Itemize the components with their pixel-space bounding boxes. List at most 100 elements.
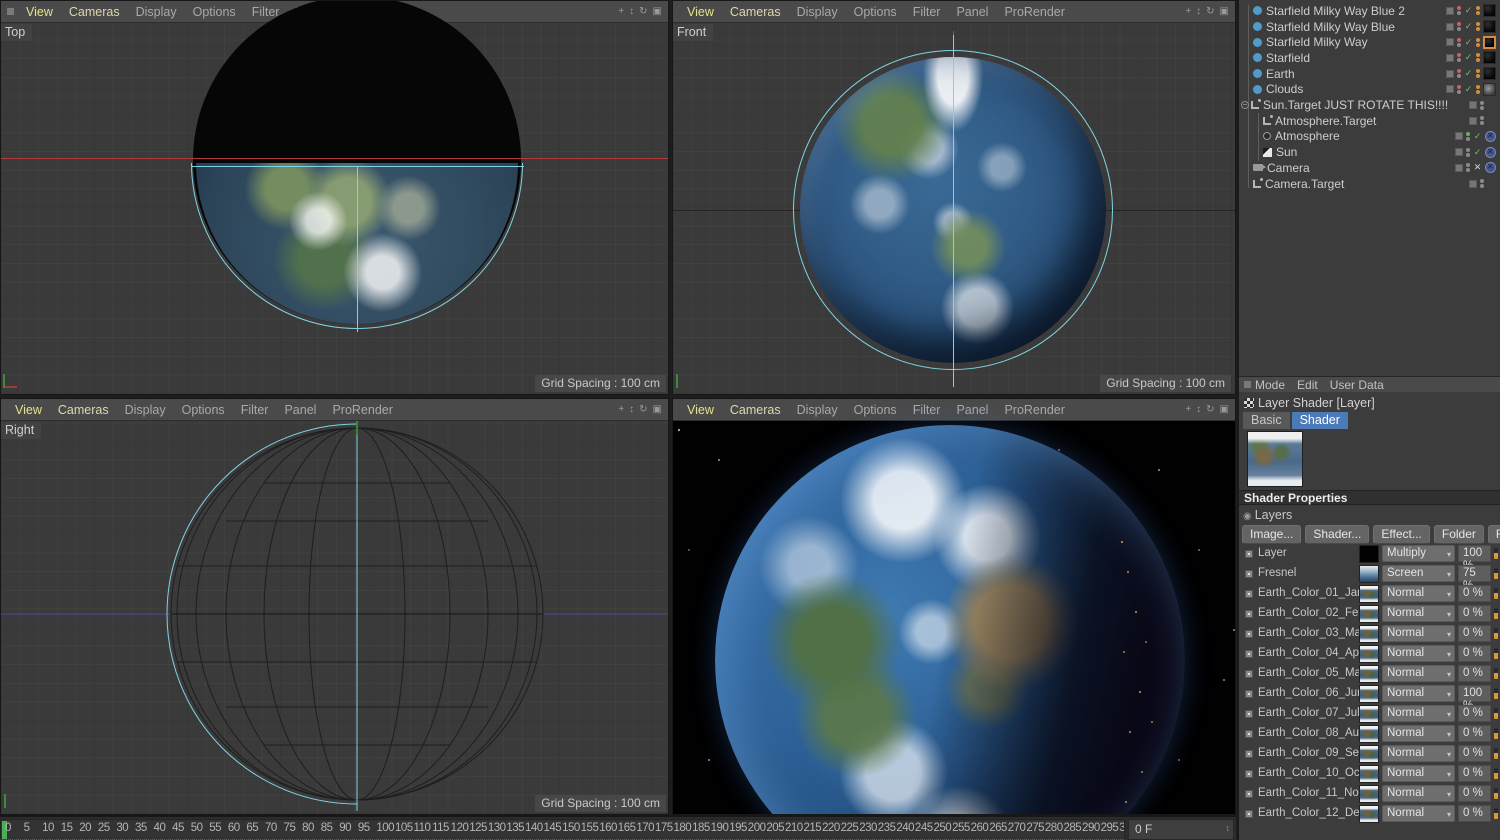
object-row[interactable]: Clouds ✓ xyxy=(1239,82,1500,98)
visibility-dots[interactable] xyxy=(1457,53,1461,63)
enable-toggle[interactable] xyxy=(1455,163,1463,172)
layer-name[interactable]: Earth_Color_07_Jul xyxy=(1258,707,1360,719)
layer-checkbox[interactable] xyxy=(1245,790,1253,798)
render-check-icon[interactable]: ✓ xyxy=(1464,68,1473,79)
render-check-icon[interactable]: ✓ xyxy=(1473,147,1482,158)
layer-row[interactable]: Earth_Color_12_Dec Normal0 % xyxy=(1239,804,1500,824)
render-check-icon[interactable]: ✕ xyxy=(1473,162,1482,173)
layer-checkbox[interactable] xyxy=(1245,630,1253,638)
material-thumbnail[interactable] xyxy=(1483,67,1496,81)
render-check-icon[interactable]: ✓ xyxy=(1464,5,1473,16)
material-thumbnail[interactable] xyxy=(1483,82,1496,96)
layer-checkbox[interactable] xyxy=(1245,570,1253,578)
tab-shader[interactable]: Shader xyxy=(1291,412,1348,429)
blend-mode-dropdown[interactable]: Multiply xyxy=(1382,545,1455,562)
value-spinner[interactable] xyxy=(1494,688,1498,699)
attr-menu-mode[interactable]: Mode xyxy=(1255,378,1285,392)
opacity-field[interactable]: 0 % xyxy=(1458,745,1491,762)
layer-thumbnail[interactable] xyxy=(1359,645,1379,663)
blend-mode-dropdown[interactable]: Normal xyxy=(1382,665,1455,682)
material-thumbnail[interactable] xyxy=(1483,51,1496,65)
object-row[interactable]: Starfield ✓ xyxy=(1239,50,1500,66)
object-label[interactable]: Atmosphere xyxy=(1275,129,1340,143)
blend-mode-dropdown[interactable]: Normal xyxy=(1382,705,1455,722)
keyframe-dots-icon[interactable] xyxy=(1476,6,1480,16)
menu-prorender[interactable]: ProRender xyxy=(996,403,1072,417)
layer-row[interactable]: Layer Multiply100 % xyxy=(1239,544,1500,572)
opacity-field[interactable]: 0 % xyxy=(1458,625,1491,642)
visibility-dots[interactable] xyxy=(1457,6,1461,16)
attr-menu-user-data[interactable]: User Data xyxy=(1330,378,1384,392)
attr-menu-edit[interactable]: Edit xyxy=(1297,378,1318,392)
layer-thumbnail[interactable] xyxy=(1359,605,1379,623)
layer-row[interactable]: Earth_Color_06_Jun Normal100 % xyxy=(1239,684,1500,712)
layer-name[interactable]: Earth_Color_09_Sep xyxy=(1258,747,1365,759)
object-label[interactable]: Clouds xyxy=(1266,82,1303,96)
menu-options[interactable]: Options xyxy=(846,5,905,19)
menu-panel[interactable]: Panel xyxy=(276,403,324,417)
menu-prorender[interactable]: ProRender xyxy=(324,403,400,417)
effect-button[interactable]: Effect... xyxy=(1373,525,1430,544)
layer-name[interactable]: Earth_Color_04_Apr xyxy=(1258,647,1363,659)
zoom-icon[interactable]: ↕ xyxy=(629,404,634,415)
layer-thumbnail[interactable] xyxy=(1359,725,1379,743)
opacity-field[interactable]: 0 % xyxy=(1458,605,1491,622)
layer-thumbnail[interactable] xyxy=(1359,805,1379,823)
value-spinner[interactable] xyxy=(1494,648,1498,659)
material-thumbnail[interactable] xyxy=(1483,35,1496,49)
layer-name[interactable]: Earth_Color_08_Aug xyxy=(1258,727,1365,739)
layer-row[interactable]: Fresnel Screen75 % xyxy=(1239,564,1500,592)
object-label[interactable]: Sun xyxy=(1276,145,1297,159)
layer-row[interactable]: Earth_Color_02_Feb Normal0 % xyxy=(1239,604,1500,624)
blend-mode-dropdown[interactable]: Normal xyxy=(1382,745,1455,762)
layer-checkbox[interactable] xyxy=(1245,710,1253,718)
menu-view[interactable]: View xyxy=(679,403,722,417)
render-check-icon[interactable]: ✓ xyxy=(1464,84,1473,95)
target-tag-icon[interactable] xyxy=(1485,146,1496,158)
layer-name[interactable]: Layer xyxy=(1258,547,1287,559)
render-check-icon[interactable]: ✓ xyxy=(1473,131,1482,142)
menu-view[interactable]: View xyxy=(18,5,61,19)
material-thumbnail[interactable] xyxy=(1483,20,1496,34)
menu-display[interactable]: Display xyxy=(117,403,174,417)
pan-icon[interactable]: + xyxy=(1185,404,1191,415)
layers-expand-icon[interactable]: ◉ xyxy=(1243,511,1252,522)
viewport-top[interactable]: ViewCamerasDisplayOptionsFilterPanelProR… xyxy=(0,0,669,395)
object-label[interactable]: Atmosphere.Target xyxy=(1275,114,1376,128)
menu-display[interactable]: Display xyxy=(789,403,846,417)
menu-display[interactable]: Display xyxy=(789,5,846,19)
value-spinner[interactable] xyxy=(1494,808,1498,819)
value-spinner[interactable] xyxy=(1494,768,1498,779)
opacity-field[interactable]: 0 % xyxy=(1458,645,1491,662)
keyframe-dots-icon[interactable] xyxy=(1476,53,1480,63)
viewport-front[interactable]: View Cameras Display Options Filter Panel ProR… xyxy=(672,0,1236,395)
zoom-icon[interactable]: ↕ xyxy=(629,6,634,17)
target-tag-icon[interactable] xyxy=(1485,130,1496,142)
menu-cameras[interactable]: Cameras xyxy=(722,403,789,417)
visibility-dots[interactable] xyxy=(1480,116,1484,126)
value-spinner[interactable] xyxy=(1494,608,1498,619)
layer-thumbnail[interactable] xyxy=(1359,585,1379,603)
frame-number-field[interactable]: 0 F xyxy=(1128,819,1234,840)
value-spinner[interactable] xyxy=(1494,728,1498,739)
menu-options[interactable]: Options xyxy=(846,403,905,417)
object-row[interactable]: Sun ✓ xyxy=(1239,144,1500,160)
blend-mode-dropdown[interactable]: Normal xyxy=(1382,725,1455,742)
menu-filter[interactable]: Filter xyxy=(905,403,949,417)
layer-thumbnail[interactable] xyxy=(1359,785,1379,803)
viewport-top-canvas[interactable]: Grid Spacing : 100 cm xyxy=(1,1,668,394)
blend-mode-dropdown[interactable]: Normal xyxy=(1382,605,1455,622)
layer-name[interactable]: Earth_Color_06_Jun xyxy=(1258,687,1364,699)
layer-name[interactable]: Earth_Color_10_Oct xyxy=(1258,767,1363,779)
timeline[interactable]: 0 5 10 15 20 25 30 35 40 45 50 55 60 65 70 75 80 85 90 95 10… xyxy=(0,815,1236,840)
layer-row[interactable]: Earth_Color_01_Jan Normal0 % xyxy=(1239,584,1500,604)
menu-prorender[interactable]: ProRender xyxy=(996,5,1072,19)
rotate-icon[interactable]: ↻ xyxy=(1206,6,1214,17)
blend-mode-dropdown[interactable]: Normal xyxy=(1382,625,1455,642)
menu-filter[interactable]: Filter xyxy=(233,403,277,417)
object-label[interactable]: Camera.Target xyxy=(1265,177,1344,191)
layer-thumbnail[interactable] xyxy=(1359,665,1379,683)
layer-thumbnail[interactable] xyxy=(1359,565,1379,583)
blend-mode-dropdown[interactable]: Normal xyxy=(1382,585,1455,602)
blend-mode-dropdown[interactable]: Normal xyxy=(1382,805,1455,822)
